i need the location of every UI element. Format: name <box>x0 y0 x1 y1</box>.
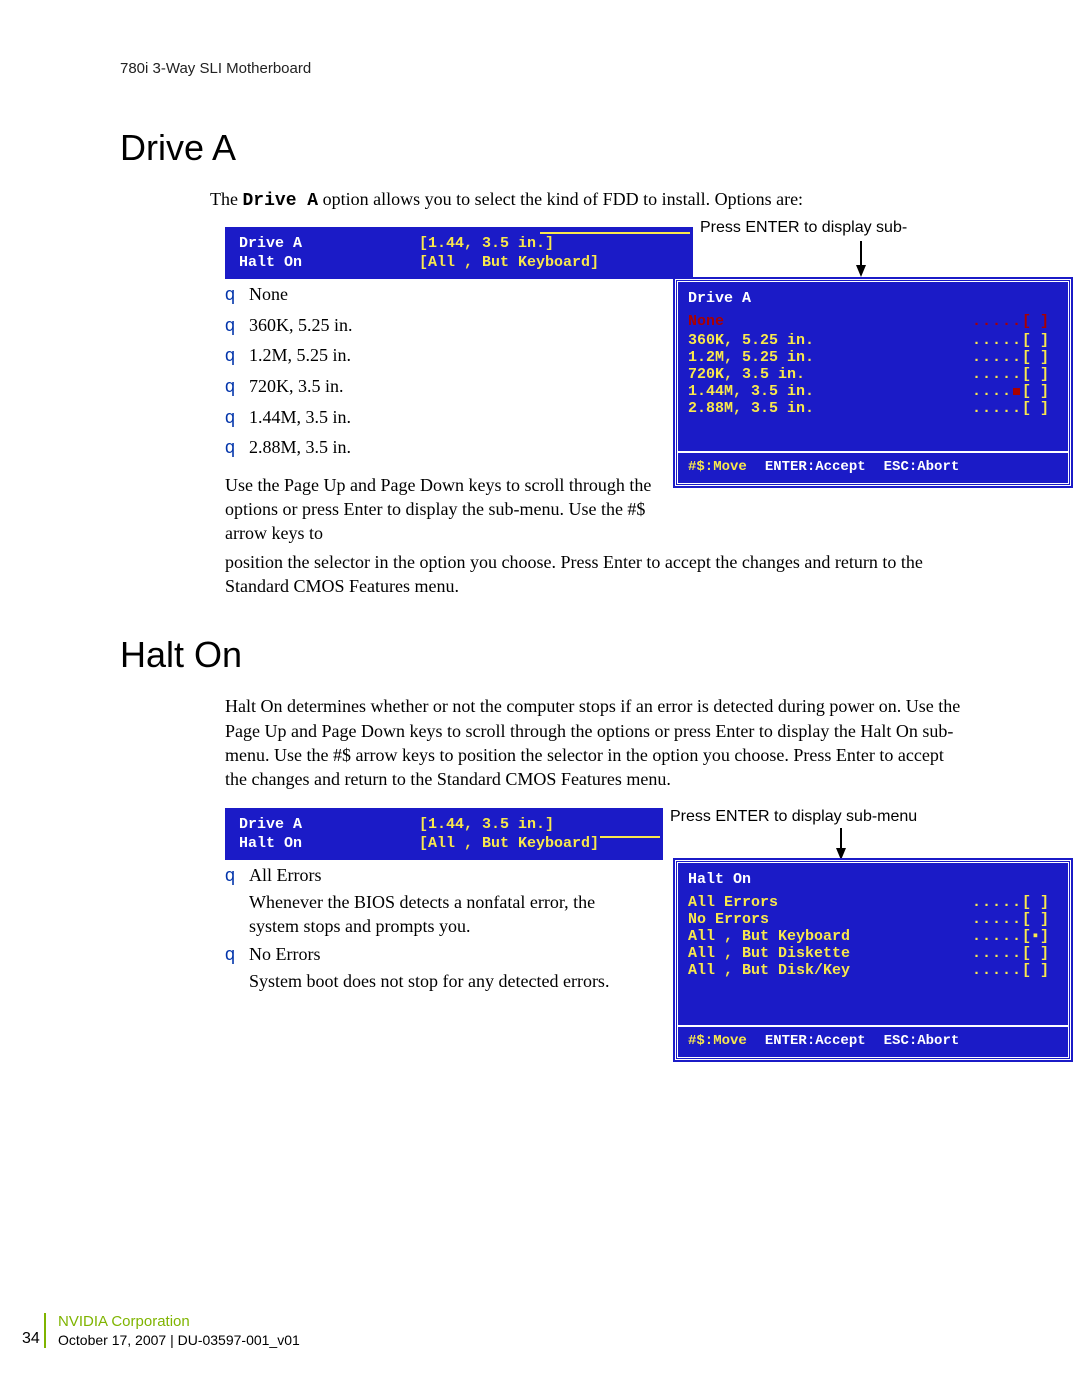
bios-label-halt-on-2: Halt On <box>239 835 419 852</box>
key-move: #$:Move <box>688 459 747 475</box>
bullet-none: None <box>249 279 288 310</box>
bios-val-halt-on: [All , But Keyboard] <box>419 254 599 271</box>
opt-mark: [ ] <box>1022 383 1058 400</box>
bullet-marker: q <box>225 310 235 341</box>
bullet-1-2m: 1.2M, 5.25 in. <box>249 340 351 371</box>
key-accept-2: ENTER:Accept <box>765 1033 866 1049</box>
opt-mark: [ ] <box>1022 366 1058 383</box>
bullet-marker: q <box>225 860 235 891</box>
header-product: 780i 3-Way SLI Motherboard <box>120 60 980 77</box>
bullet-marker: q <box>225 279 235 310</box>
opt-360k[interactable]: 360K, 5.25 in. <box>688 332 972 349</box>
intro-post: option allows you to select the kind of … <box>318 189 803 209</box>
key-move-2: #$:Move <box>688 1033 747 1049</box>
opt-all-errors[interactable]: All Errors <box>688 894 972 911</box>
callout-line-2 <box>600 836 660 838</box>
footer-corp: NVIDIA Corporation <box>58 1313 698 1330</box>
halt-on-para: Halt On determines whether or not the co… <box>225 694 970 791</box>
opt-mark: [ ] <box>1022 400 1058 417</box>
key-abort-2: ESC:Abort <box>884 1033 960 1049</box>
opt-mark: [▪] <box>1022 928 1058 945</box>
halt-on-bullets: q All Errors Whenever the BIOS detects a… <box>225 860 645 994</box>
submenu-keybar-2: #$:Move ENTER:Accept ESC:Abort <box>678 1025 1068 1057</box>
bullet-720k: 720K, 3.5 in. <box>249 371 344 402</box>
bullet-all-errors-desc: Whenever the BIOS detects a nonfatal err… <box>249 890 645 939</box>
drive-a-wrap-text: Use the Page Up and Page Down keys to sc… <box>225 473 655 546</box>
footer-date: October 17, 2007 | DU-03597-001_v01 <box>58 1332 698 1348</box>
arrow-down-icon <box>856 265 866 277</box>
annot-drive-a: Press ENTER to display sub- <box>700 219 907 237</box>
opt-2-88m[interactable]: 2.88M, 3.5 in. <box>688 400 972 417</box>
bios-settings-drive-a: Drive A[1.44, 3.5 in.] Halt On[All , But… <box>225 227 693 279</box>
intro-code: Drive A <box>242 191 318 211</box>
opt-1-44m[interactable]: 1.44M, 3.5 in. <box>688 383 972 400</box>
arrow-down-icon-2 <box>836 848 846 860</box>
opt-mark: [ ] <box>1022 332 1058 349</box>
opt-mark: [ ] <box>1022 945 1058 962</box>
bios-val-drive-a-2: [1.44, 3.5 in.] <box>419 816 554 833</box>
opt-mark: [ ] <box>1022 962 1058 979</box>
annot-halt-on: Press ENTER to display sub-menu <box>670 808 917 826</box>
opt-but-keyboard[interactable]: All , But Keyboard <box>688 928 972 945</box>
bios-settings-halt-on: Drive A[1.44, 3.5 in.] Halt On[All , But… <box>225 808 663 860</box>
heading-drive-a: Drive A <box>120 127 980 169</box>
bullet-marker: q <box>225 939 235 970</box>
opt-but-disk-key[interactable]: All , But Disk/Key <box>688 962 972 979</box>
bios-label-halt-on: Halt On <box>239 254 419 271</box>
intro-pre: The <box>210 189 242 209</box>
bullet-360k: 360K, 5.25 in. <box>249 310 353 341</box>
bullet-1-44m: 1.44M, 3.5 in. <box>249 402 351 433</box>
bullet-marker: q <box>225 371 235 402</box>
arrow-stem <box>860 241 862 265</box>
opt-no-errors[interactable]: No Errors <box>688 911 972 928</box>
submenu-title-2: Halt On <box>678 863 1068 894</box>
bullet-marker: q <box>225 340 235 371</box>
opt-720k[interactable]: 720K, 3.5 in. <box>688 366 972 383</box>
submenu-halt-on[interactable]: Halt On All Errors..... [ ] No Errors...… <box>675 860 1071 1060</box>
submenu-keybar: #$:Move ENTER:Accept ESC:Abort <box>678 451 1068 483</box>
bullet-no-errors-desc: System boot does not stop for any detect… <box>249 969 609 993</box>
bullet-2-88m: 2.88M, 3.5 in. <box>249 432 351 463</box>
opt-mark: [ ] <box>1022 911 1058 928</box>
opt-1-2m[interactable]: 1.2M, 5.25 in. <box>688 349 972 366</box>
drive-a-after: position the selector in the option you … <box>225 550 970 599</box>
opt-none[interactable]: None <box>688 313 972 330</box>
arrow-stem-2 <box>840 828 842 848</box>
selected-marker <box>1013 388 1020 395</box>
page-number: 34 <box>22 1330 40 1348</box>
drive-a-intro: The Drive A option allows you to select … <box>210 187 970 213</box>
bios-label-drive-a-2: Drive A <box>239 816 419 833</box>
footer-block: NVIDIA Corporation October 17, 2007 | DU… <box>44 1313 698 1348</box>
key-abort: ESC:Abort <box>884 459 960 475</box>
callout-line <box>540 232 690 234</box>
key-accept: ENTER:Accept <box>765 459 866 475</box>
bios-val-drive-a: [1.44, 3.5 in.] <box>419 235 554 252</box>
bullet-marker: q <box>225 432 235 463</box>
bios-label-drive-a: Drive A <box>239 235 419 252</box>
submenu-drive-a[interactable]: Drive A None..... [ ] 360K, 5.25 in.....… <box>675 279 1071 486</box>
opt-mark: [ ] <box>1022 349 1058 366</box>
heading-halt-on: Halt On <box>120 634 980 676</box>
bios-val-halt-on-2: [All , But Keyboard] <box>419 835 599 852</box>
opt-mark: [ ] <box>1022 894 1058 911</box>
opt-mark: [ ] <box>1022 313 1058 330</box>
bullet-marker: q <box>225 402 235 433</box>
bullet-no-errors: No Errors <box>249 939 609 970</box>
submenu-title: Drive A <box>678 282 1068 313</box>
bullet-all-errors: All Errors <box>249 860 645 891</box>
opt-but-diskette[interactable]: All , But Diskette <box>688 945 972 962</box>
